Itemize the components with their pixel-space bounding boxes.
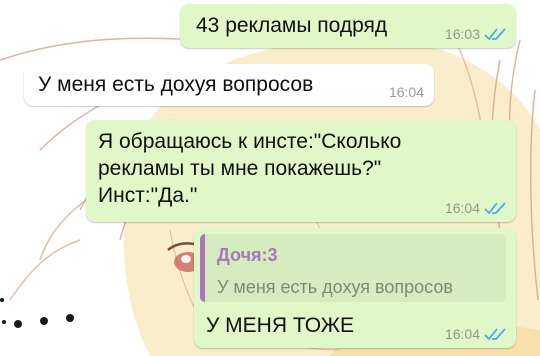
message-time: 16:04 bbox=[388, 84, 424, 100]
reply-quote[interactable]: Дочя:3 У меня есть дохуя вопросов bbox=[200, 234, 506, 302]
message-text: У меня есть дохуя вопросов bbox=[38, 73, 314, 96]
message-text: 43 рекламы подряд bbox=[196, 14, 388, 37]
chat-history[interactable]: 43 рекламы подряд 16:03 У меня есть доху… bbox=[0, 0, 540, 356]
message-meta: 16:04 bbox=[445, 326, 506, 342]
outgoing-message[interactable]: Я обращаюсь к инсте:"Сколько рекламы ты … bbox=[86, 120, 516, 222]
double-check-read-icon bbox=[484, 328, 506, 341]
message-meta: 16:04 bbox=[389, 84, 424, 100]
message-time: 16:04 bbox=[444, 326, 480, 342]
reply-author: Дочя:3 bbox=[217, 245, 278, 265]
message-text: У МЕНЯ ТОЖЕ bbox=[206, 314, 354, 337]
double-check-read-icon bbox=[484, 28, 506, 41]
outgoing-message[interactable]: 43 рекламы подряд 16:03 bbox=[180, 4, 516, 48]
message-meta: 16:04 bbox=[445, 200, 506, 216]
message-time: 16:04 bbox=[444, 200, 480, 216]
double-check-read-icon bbox=[484, 202, 506, 215]
outgoing-reply-message[interactable]: Дочя:3 У меня есть дохуя вопросов У МЕНЯ… bbox=[194, 228, 516, 348]
message-meta: 16:03 bbox=[445, 26, 506, 42]
message-time: 16:03 bbox=[444, 26, 480, 42]
reply-text: У меня есть дохуя вопросов bbox=[217, 277, 453, 297]
incoming-message[interactable]: У меня есть дохуя вопросов 16:04 bbox=[24, 64, 434, 106]
message-text: Я обращаюсь к инсте:"Сколько рекламы ты … bbox=[98, 130, 402, 207]
